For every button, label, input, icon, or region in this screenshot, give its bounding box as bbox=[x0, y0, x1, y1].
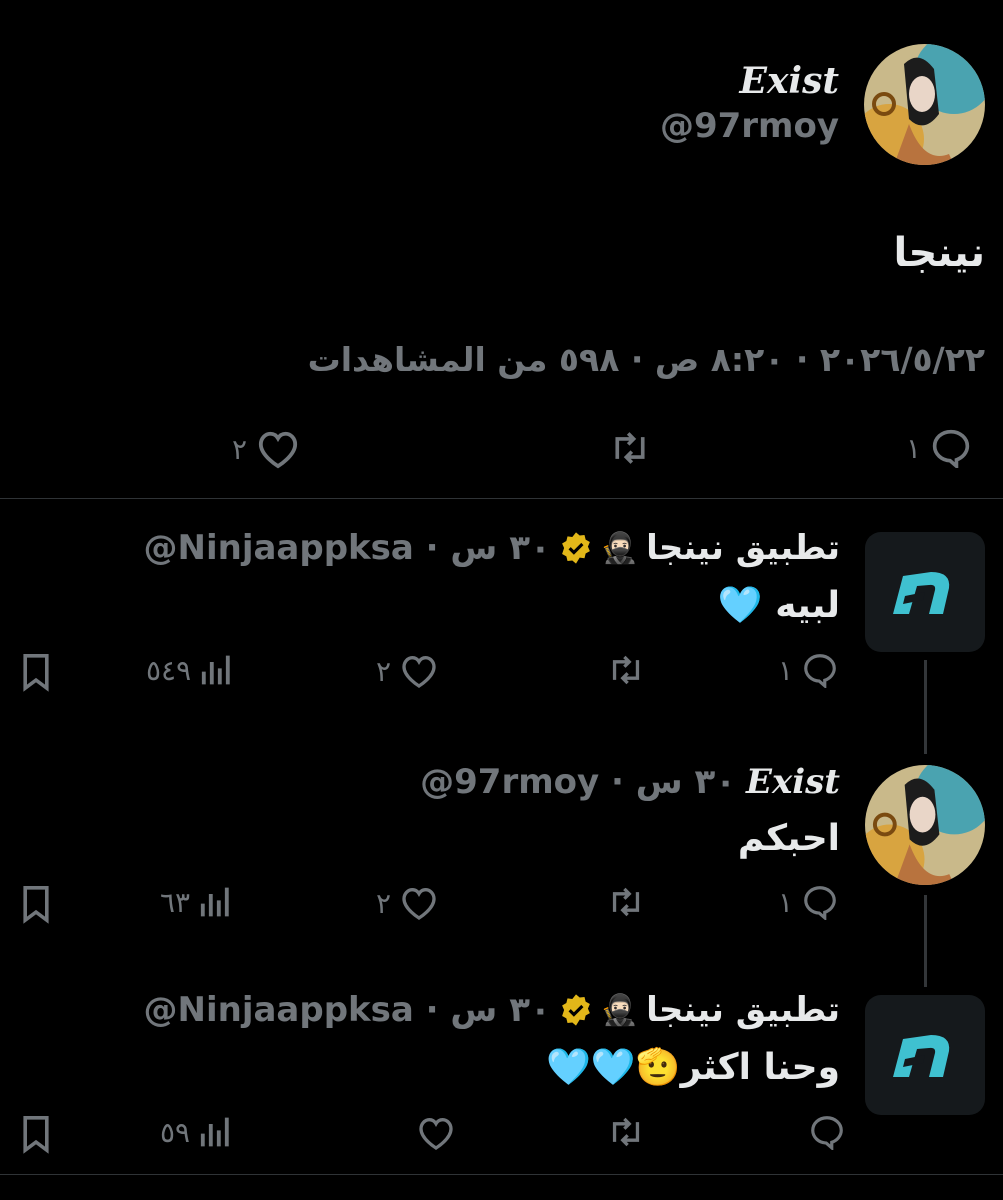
reply-icon bbox=[811, 1116, 843, 1150]
divider bbox=[0, 1174, 1003, 1175]
reply-button[interactable]: ١ bbox=[906, 428, 973, 468]
like-count: ٢ bbox=[376, 654, 392, 688]
retweet-icon bbox=[612, 1117, 640, 1147]
reply-text: لبيه 🩵 bbox=[717, 585, 840, 626]
retweet-icon bbox=[615, 432, 645, 464]
author-name[interactable]: تطبيق نينجا bbox=[646, 990, 840, 1030]
like-button[interactable]: ٢ bbox=[232, 428, 301, 470]
like-button[interactable]: ٢ bbox=[376, 884, 439, 922]
heart-icon bbox=[402, 887, 436, 920]
reply-icon bbox=[804, 654, 836, 688]
thread-line bbox=[924, 895, 927, 987]
reply-button[interactable] bbox=[800, 1114, 846, 1150]
heart-icon bbox=[258, 431, 298, 469]
like-count: ٢ bbox=[376, 886, 392, 920]
bookmark-button[interactable] bbox=[18, 884, 54, 924]
handle-time: @97rmoy · ٣٠ س bbox=[420, 762, 737, 802]
views-icon bbox=[202, 655, 230, 685]
author-name[interactable]: تطبيق نينجا bbox=[646, 528, 840, 568]
views-count: ٥٩ bbox=[160, 1115, 191, 1149]
views-icon bbox=[200, 1117, 229, 1147]
views-count: ٦٣ bbox=[160, 885, 191, 919]
ninja-app-avatar[interactable] bbox=[865, 995, 985, 1115]
thread-line bbox=[924, 660, 927, 754]
divider bbox=[0, 498, 1003, 499]
reply-count: ١ bbox=[906, 431, 922, 465]
heart-icon bbox=[402, 655, 436, 688]
ninja-logo-icon bbox=[893, 572, 950, 614]
verified-badge-icon bbox=[561, 994, 590, 1026]
ninja-emoji: 🥷🏻 bbox=[600, 530, 639, 566]
bookmark-icon bbox=[23, 886, 49, 924]
retweet-button[interactable] bbox=[606, 884, 646, 920]
views-button[interactable]: ٥٩ bbox=[160, 1114, 230, 1150]
retweet-button[interactable] bbox=[606, 652, 646, 688]
views-button[interactable]: ٦٣ bbox=[160, 884, 230, 920]
retweet-button[interactable] bbox=[606, 1114, 646, 1150]
retweet-button[interactable] bbox=[608, 428, 652, 468]
avatar[interactable] bbox=[864, 44, 985, 165]
like-button[interactable]: ٢ bbox=[376, 652, 439, 690]
views-count: ٥٤٩ bbox=[146, 653, 192, 687]
reply-header: تطبيق نينجا 🥷🏻 @Ninjaappksa · ٣٠ س bbox=[144, 528, 841, 568]
tweet-text: نينجا bbox=[893, 230, 985, 276]
ninja-emoji: 🥷🏻 bbox=[600, 992, 639, 1028]
ninja-app-avatar[interactable] bbox=[865, 532, 985, 652]
bookmark-button[interactable] bbox=[18, 652, 54, 692]
reply-header: Exist @97rmoy · ٣٠ س bbox=[420, 762, 840, 802]
bookmark-icon bbox=[23, 1116, 49, 1154]
views-icon bbox=[200, 887, 229, 917]
handle-time: @Ninjaappksa · ٣٠ س bbox=[143, 990, 551, 1030]
reply-count: ١ bbox=[778, 653, 794, 687]
handle[interactable]: @97rmoy bbox=[660, 106, 839, 146]
avatar[interactable] bbox=[865, 765, 985, 885]
retweet-icon bbox=[612, 655, 640, 685]
reply-icon bbox=[932, 429, 970, 468]
bookmark-button[interactable] bbox=[18, 1114, 54, 1154]
like-count: ٢ bbox=[232, 432, 248, 466]
heart-icon bbox=[419, 1117, 453, 1150]
reply-button[interactable]: ١ bbox=[778, 884, 839, 920]
views-button[interactable]: ٥٤٩ bbox=[146, 652, 231, 688]
reply-header: تطبيق نينجا 🥷🏻 @Ninjaappksa · ٣٠ س bbox=[144, 990, 841, 1030]
author-name[interactable]: Exist bbox=[746, 762, 840, 802]
reply-count: ١ bbox=[778, 885, 794, 919]
reply-text: احبكم bbox=[737, 818, 840, 859]
reply-text: وحنا اكثر🫡🩵🩵 bbox=[546, 1047, 840, 1088]
ninja-logo-icon bbox=[893, 1035, 950, 1077]
bookmark-icon bbox=[23, 654, 49, 692]
reply-button[interactable]: ١ bbox=[778, 652, 839, 688]
handle-time: @Ninjaappksa · ٣٠ س bbox=[143, 528, 551, 568]
verified-badge-icon bbox=[561, 532, 590, 564]
like-button[interactable] bbox=[408, 1114, 456, 1152]
retweet-icon bbox=[612, 887, 640, 917]
reply-icon bbox=[804, 886, 836, 920]
display-name[interactable]: Exist bbox=[740, 60, 839, 102]
tweet-meta: ٢٠٢٦/٥/٢٢ · ٨:٢٠ ص · ٥٩٨ من المشاهدات bbox=[307, 340, 985, 379]
